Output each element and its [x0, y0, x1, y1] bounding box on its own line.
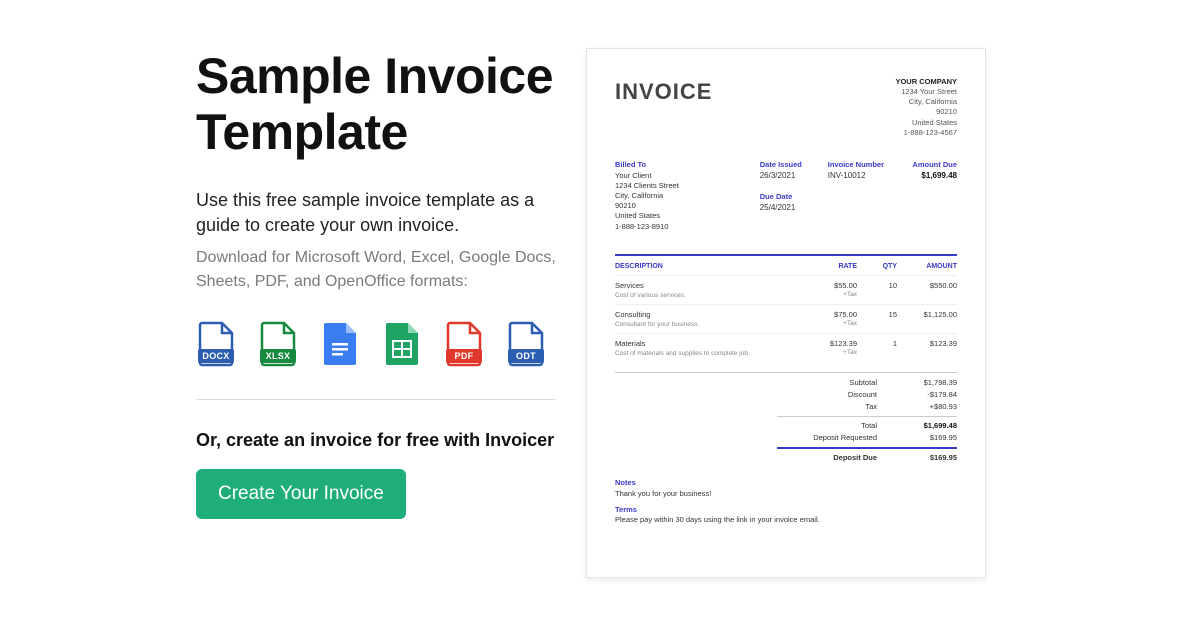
- download-pdf[interactable]: PDF: [444, 321, 484, 367]
- date-issued-label: Date Issued: [760, 160, 810, 170]
- download-odt[interactable]: ODT: [506, 321, 546, 367]
- invoice-preview: INVOICE YOUR COMPANY 1234 Your Street Ci…: [586, 48, 986, 578]
- client-city: City, California: [615, 191, 750, 201]
- line-item: Consulting Consultant for your business.…: [615, 304, 957, 333]
- line-item: Services Cost of various services. $55.0…: [615, 275, 957, 304]
- download-gdoc[interactable]: [320, 321, 360, 367]
- company-name: YOUR COMPANY: [895, 77, 957, 87]
- line-tax: +Tax: [802, 291, 857, 300]
- invoice-number-block: Invoice Number INV-10012: [828, 160, 884, 232]
- company-country: United States: [895, 118, 957, 128]
- col-amount: AMOUNT: [897, 262, 957, 271]
- create-invoice-button[interactable]: Create Your Invoice: [196, 469, 406, 519]
- amount-due-label: Amount Due: [902, 160, 957, 170]
- line-qty: 1: [857, 339, 897, 359]
- line-amount: $123.39: [897, 339, 957, 359]
- subtotal-label: Subtotal: [777, 378, 897, 388]
- download-docx[interactable]: DOCX: [196, 321, 236, 367]
- page-title: Sample Invoice Template: [196, 48, 556, 160]
- date-issued-block: Date Issued 26/3/2021 Due Date 25/4/2021: [760, 160, 810, 232]
- line-qty: 10: [857, 281, 897, 301]
- line-qty: 15: [857, 310, 897, 330]
- docx-label: DOCX: [202, 351, 229, 361]
- due-date-label: Due Date: [760, 192, 810, 202]
- lead-text: Use this free sample invoice template as…: [196, 188, 556, 238]
- line-desc: Consultant for your business.: [615, 321, 802, 330]
- line-items-header: DESCRIPTION RATE QTY AMOUNT: [615, 262, 957, 275]
- discount-value: -$179.84: [897, 390, 957, 400]
- col-description: DESCRIPTION: [615, 262, 802, 271]
- col-qty: QTY: [857, 262, 897, 271]
- line-desc: Cost of various services.: [615, 292, 802, 301]
- invoice-heading: INVOICE: [615, 77, 712, 138]
- line-title: Consulting: [615, 310, 802, 320]
- company-block: YOUR COMPANY 1234 Your Street City, Cali…: [895, 77, 957, 138]
- line-title: Services: [615, 281, 802, 291]
- notes-label: Notes: [615, 478, 957, 488]
- deposit-req-value: $169.95: [897, 433, 957, 443]
- pdf-label: PDF: [455, 351, 474, 361]
- billed-to-label: Billed To: [615, 160, 750, 170]
- client-name: Your Client: [615, 171, 750, 181]
- client-zip: 90210: [615, 201, 750, 211]
- due-date-value: 25/4/2021: [760, 203, 810, 214]
- tax-value: +$80.93: [897, 402, 957, 412]
- subtotal-value: $1,798.39: [897, 378, 957, 388]
- deposit-due-value: $169.95: [897, 453, 957, 463]
- xlsx-label: XLSX: [266, 351, 291, 361]
- client-country: United States: [615, 211, 750, 221]
- notes-block: Notes Thank you for your business! Terms…: [615, 478, 957, 525]
- or-create-text: Or, create an invoice for free with Invo…: [196, 430, 556, 451]
- total-value: $1,699.48: [897, 421, 957, 431]
- discount-label: Discount: [777, 390, 897, 400]
- line-amount: $1,125.00: [897, 310, 957, 330]
- odt-label: ODT: [516, 351, 536, 361]
- download-xlsx[interactable]: XLSX: [258, 321, 298, 367]
- invoice-number-label: Invoice Number: [828, 160, 884, 170]
- download-gsheet[interactable]: [382, 321, 422, 367]
- deposit-req-label: Deposit Requested: [777, 433, 897, 443]
- terms-text: Please pay within 30 days using the link…: [615, 515, 957, 525]
- format-list-text: Download for Microsoft Word, Excel, Goog…: [196, 246, 556, 292]
- billed-to-block: Billed To Your Client 1234 Clients Stree…: [615, 160, 750, 232]
- totals-block: Subtotal$1,798.39 Discount-$179.84 Tax+$…: [615, 372, 957, 465]
- company-street: 1234 Your Street: [895, 87, 957, 97]
- amount-due-value: $1,699.48: [902, 171, 957, 182]
- tax-label: Tax: [777, 402, 897, 412]
- file-gdoc-icon: [320, 321, 360, 367]
- line-rate: $55.00: [802, 281, 857, 291]
- notes-text: Thank you for your business!: [615, 489, 957, 499]
- line-title: Materials: [615, 339, 802, 349]
- terms-label: Terms: [615, 505, 957, 515]
- date-issued-value: 26/3/2021: [760, 171, 810, 182]
- company-city: City, California: [895, 97, 957, 107]
- invoice-number-value: INV-10012: [828, 171, 884, 182]
- deposit-due-label: Deposit Due: [777, 453, 897, 463]
- amount-due-block: Amount Due $1,699.48: [902, 160, 957, 232]
- line-tax: +Tax: [802, 349, 857, 358]
- line-item: Materials Cost of materials and supplies…: [615, 333, 957, 362]
- line-rate: $123.39: [802, 339, 857, 349]
- col-rate: RATE: [802, 262, 857, 271]
- line-amount: $550.00: [897, 281, 957, 301]
- client-street: 1234 Clients Street: [615, 181, 750, 191]
- line-desc: Cost of materials and supplies to comple…: [615, 350, 802, 359]
- format-icons-row: DOCX XLSX: [196, 321, 556, 367]
- company-zip: 90210: [895, 107, 957, 117]
- line-tax: +Tax: [802, 320, 857, 329]
- divider: [196, 399, 556, 400]
- client-phone: 1-888-123-8910: [615, 222, 750, 232]
- line-rate: $75.00: [802, 310, 857, 320]
- table-top-rule: [615, 254, 957, 256]
- file-gsheet-icon: [382, 321, 422, 367]
- company-phone: 1-888-123-4567: [895, 128, 957, 138]
- total-label: Total: [777, 421, 897, 431]
